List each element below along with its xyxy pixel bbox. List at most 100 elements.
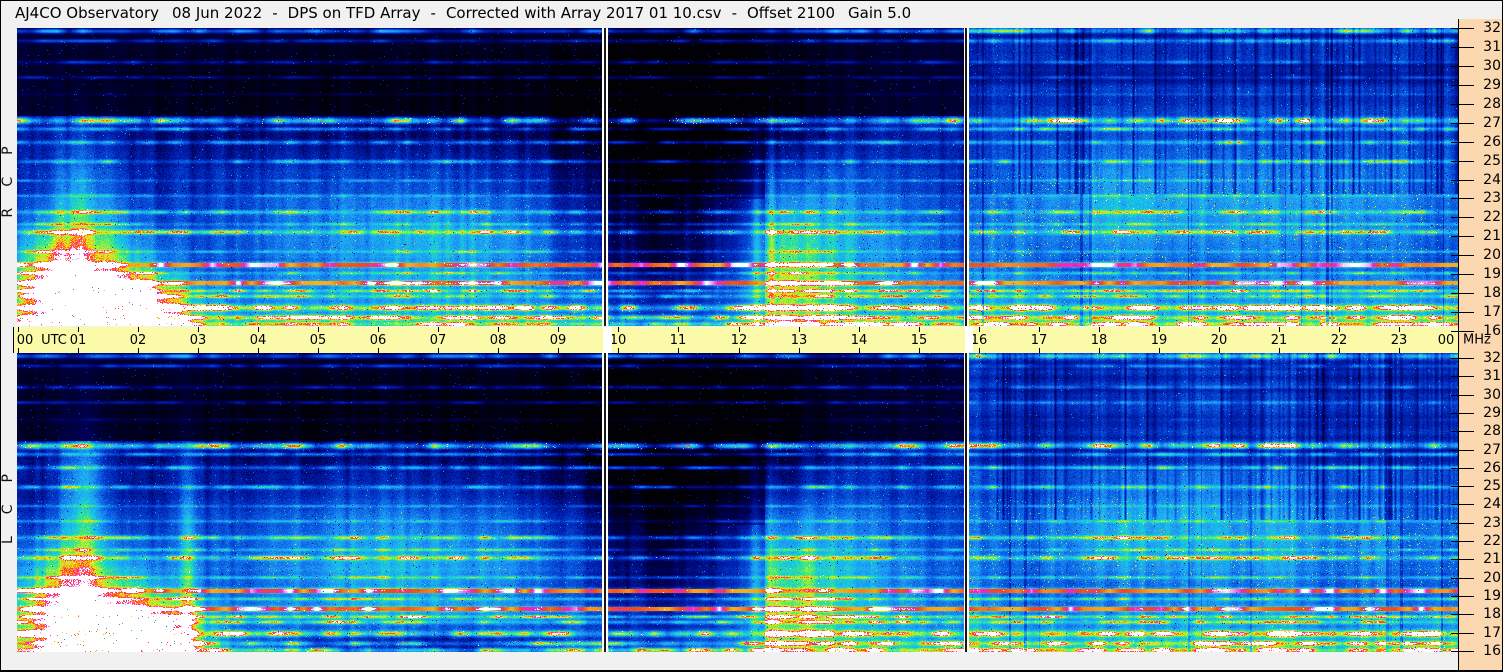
hour-label-21: 21 [1270, 333, 1288, 348]
hour-label-18: 18 [1090, 333, 1108, 348]
freq-tick-19-bottom [1451, 596, 1474, 597]
freq-label-16-bottom: 16 [1483, 643, 1501, 659]
freq-label-31-bottom: 31 [1483, 368, 1501, 384]
hour-tick-top [198, 327, 199, 332]
freq-label-31-top: 31 [1483, 39, 1501, 55]
freq-tick-22-top [1451, 217, 1474, 218]
freq-tick-25-top [1451, 161, 1474, 162]
lcp-spectrogram-heatmap [17, 353, 1458, 652]
hour-tick-top [1039, 327, 1040, 332]
freq-label-25-top: 25 [1483, 153, 1501, 169]
freq-tick-17-bottom [1451, 633, 1474, 634]
hour-label-01: 01 [69, 333, 87, 348]
hour-label-20: 20 [1210, 333, 1228, 348]
lcp-polarization-label: LCP [0, 451, 16, 545]
freq-tick-21-bottom [1451, 559, 1474, 560]
hour-tick-top [1339, 327, 1340, 332]
hour-tick-bottom [618, 348, 619, 353]
hour-label-17: 17 [1030, 333, 1048, 348]
separator: - [272, 4, 278, 22]
freq-tick-22-bottom [1451, 541, 1474, 542]
hour-label-16: 16 [970, 333, 988, 348]
freq-label-22-bottom: 22 [1483, 533, 1501, 549]
hour-tick-top [678, 327, 679, 332]
hour-label-22: 22 [1330, 333, 1348, 348]
freq-label-24-top: 24 [1483, 172, 1501, 188]
hour-label-15: 15 [910, 333, 928, 348]
hour-tick-top [1159, 327, 1160, 332]
freq-label-32-top: 32 [1483, 20, 1501, 36]
hour-tick-bottom [678, 348, 679, 353]
freq-tick-25-bottom [1451, 486, 1474, 487]
freq-tick-19-top [1451, 274, 1474, 275]
freq-tick-18-bottom [1451, 614, 1474, 615]
axis-gap [965, 327, 973, 353]
hour-tick-top [558, 327, 559, 332]
freq-tick-17-top [1451, 312, 1474, 313]
hour-tick-bottom [1339, 348, 1340, 353]
hour-label-13: 13 [790, 333, 808, 348]
hour-tick-bottom [18, 348, 19, 353]
hour-tick-bottom [1159, 348, 1160, 353]
freq-label-20-top: 20 [1483, 247, 1501, 263]
freq-tick-20-bottom [1451, 578, 1474, 579]
freq-tick-30-top [1451, 66, 1474, 67]
hour-label-19: 19 [1150, 333, 1168, 348]
hour-tick-bottom [198, 348, 199, 353]
correction-file: Corrected with Array 2017 01 10.csv [445, 4, 722, 22]
hour-tick-top [78, 327, 79, 332]
hour-tick-top [18, 327, 19, 332]
hour-label-10: 10 [609, 333, 627, 348]
freq-label-20-bottom: 20 [1483, 570, 1501, 586]
freq-label-28-top: 28 [1483, 96, 1501, 112]
freq-label-18-bottom: 18 [1483, 606, 1501, 622]
freq-label-17-top: 17 [1483, 304, 1501, 320]
freq-tick-29-bottom [1451, 413, 1474, 414]
hour-tick-top [618, 327, 619, 332]
hour-tick-top [1219, 327, 1220, 332]
hour-label-09: 09 [549, 333, 567, 348]
hour-tick-top [438, 327, 439, 332]
hour-tick-bottom [78, 348, 79, 353]
freq-tick-30-bottom [1451, 395, 1474, 396]
mhz-unit-label: MHz [1463, 332, 1491, 348]
hour-tick-top [258, 327, 259, 332]
freq-label-19-top: 19 [1483, 266, 1501, 282]
observatory-name: AJ4CO Observatory [15, 4, 159, 22]
hour-tick-bottom [378, 348, 379, 353]
freq-tick-26-bottom [1451, 468, 1474, 469]
hour-tick-bottom [258, 348, 259, 353]
hour-label-14: 14 [850, 333, 868, 348]
instrument-name: DPS on TFD Array [287, 4, 421, 22]
hour-label-02: 02 [129, 333, 147, 348]
freq-label-24-bottom: 24 [1483, 496, 1501, 512]
separator: - [430, 4, 436, 22]
hour-tick-top [799, 327, 800, 332]
frequency-axis: 32 31 30 29 28 27 26 25 24 23 22 21 20 19 18 17 16 32 31 30… [1451, 19, 1502, 670]
freq-tick-20-top [1451, 255, 1474, 256]
hour-tick-bottom [1219, 348, 1220, 353]
freq-label-26-top: 26 [1483, 134, 1501, 150]
freq-tick-27-top [1451, 123, 1474, 124]
hour-label-08: 08 [489, 333, 507, 348]
gain-setting: Gain 5.0 [848, 4, 912, 22]
hour-tick-bottom [438, 348, 439, 353]
hour-tick-top [378, 327, 379, 332]
hour-tick-top [739, 327, 740, 332]
time-axis: 00 01 02 03 04 05 06 07 08 09 10 11 12 13 14 15 16 17 18 19… [13, 327, 1460, 353]
spectrograph-window: AJ4CO Observatory 08 Jun 2022- DPS on TFD … [0, 0, 1503, 672]
hour-label-06: 06 [369, 333, 387, 348]
hour-tick-bottom [979, 348, 980, 353]
freq-label-19-bottom: 19 [1483, 588, 1501, 604]
hour-tick-bottom [1099, 348, 1100, 353]
axis-gap [603, 327, 612, 353]
hour-tick-bottom [799, 348, 800, 353]
offset-setting: Offset 2100 [746, 4, 835, 22]
freq-tick-28-top [1451, 104, 1474, 105]
hour-tick-top [138, 327, 139, 332]
hour-tick-top [318, 327, 319, 332]
freq-label-29-bottom: 29 [1483, 405, 1501, 421]
freq-tick-29-top [1451, 85, 1474, 86]
title-bar: AJ4CO Observatory 08 Jun 2022- DPS on TFD … [1, 1, 1469, 26]
freq-label-23-top: 23 [1483, 190, 1501, 206]
